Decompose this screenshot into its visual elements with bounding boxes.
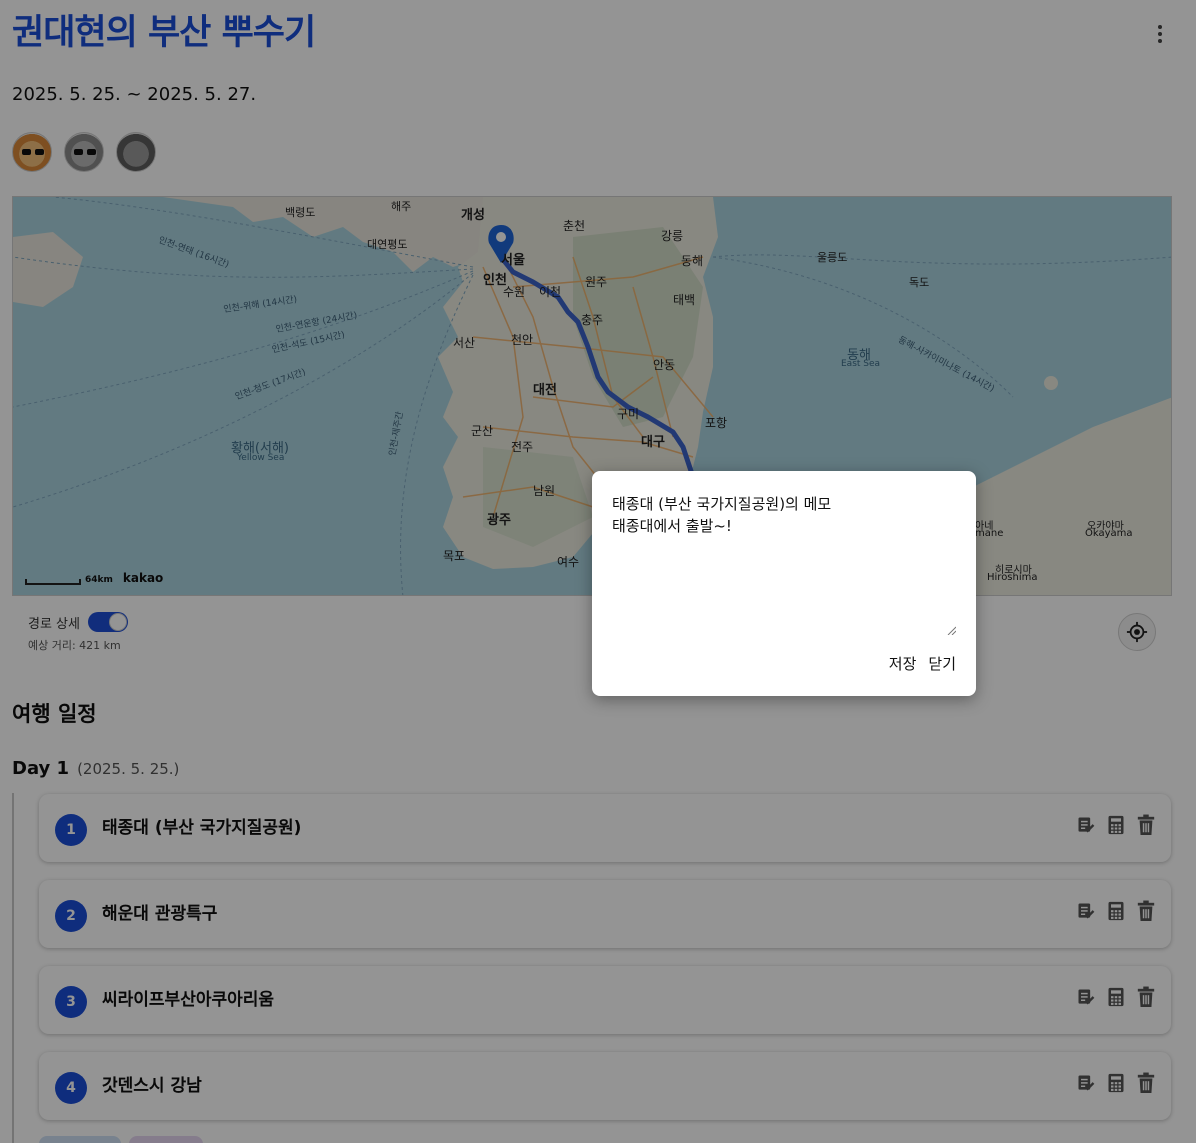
save-button[interactable]: 저장 bbox=[889, 653, 917, 674]
memo-modal-title: 태종대 (부산 국가지질공원)의 메모 bbox=[612, 495, 832, 513]
close-button[interactable]: 닫기 bbox=[928, 653, 956, 674]
trip-page: 권대현의 부산 뿌수기 2025. 5. 25. ~ 2025. 5. 27. bbox=[0, 0, 1196, 1143]
resize-grip-icon[interactable] bbox=[946, 625, 956, 635]
memo-modal: 태종대 (부산 국가지질공원)의 메모 태종대에서 출발~! 저장 닫기 bbox=[592, 471, 976, 696]
memo-textarea[interactable]: 태종대에서 출발~! bbox=[612, 515, 956, 635]
